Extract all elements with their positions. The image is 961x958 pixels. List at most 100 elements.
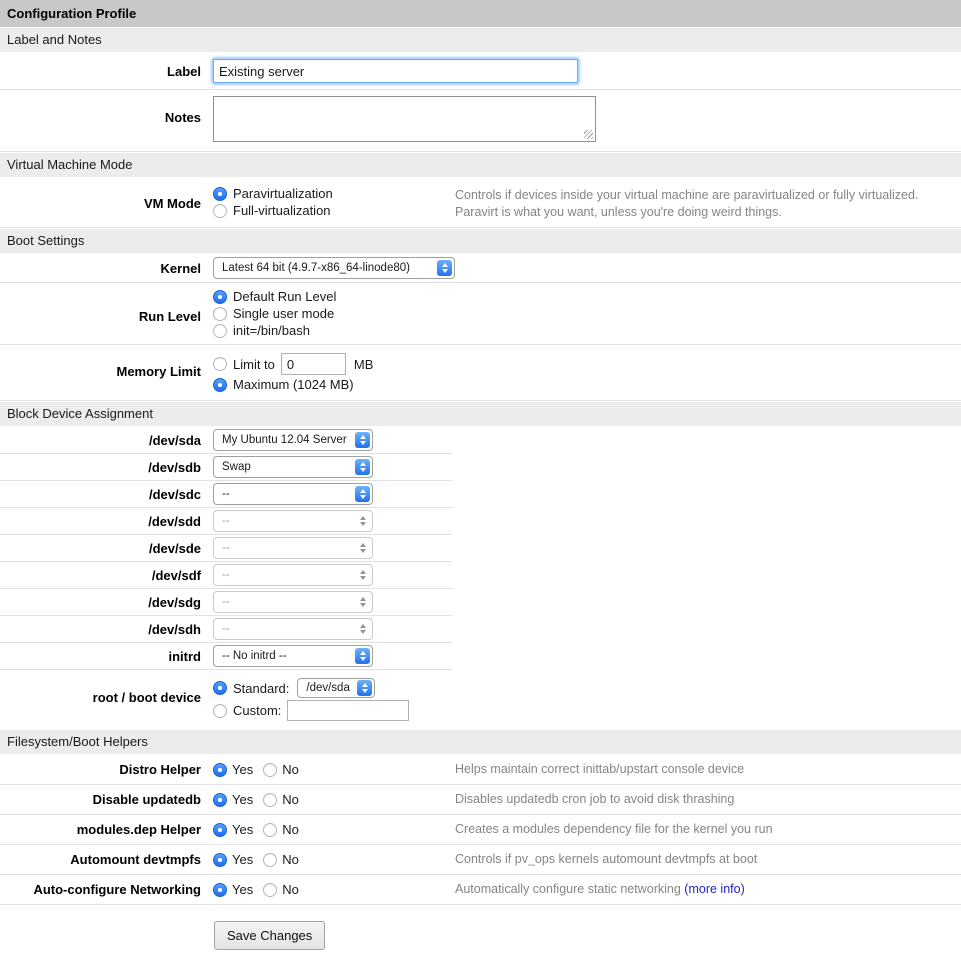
- standard-device-select[interactable]: /dev/sda: [297, 678, 375, 698]
- dev-sdf-row: /dev/sdf --: [0, 562, 452, 589]
- maximum-radio[interactable]: [213, 378, 227, 392]
- limit-to-radio[interactable]: [213, 357, 227, 371]
- dev-sdd-select: --: [213, 510, 373, 532]
- dev-sdd-row: /dev/sdd --: [0, 508, 452, 535]
- auto-configure-networking-help-text: Automatically configure static networkin…: [455, 882, 681, 896]
- paravirtualization-option: Paravirtualization: [213, 186, 455, 201]
- single-user-mode-label: Single user mode: [233, 306, 334, 321]
- memory-limit-input[interactable]: [281, 353, 346, 375]
- field-label-label: Label: [0, 64, 207, 79]
- modules-dep-helper-no-label: No: [282, 822, 299, 837]
- custom-radio[interactable]: [213, 704, 227, 718]
- standard-device-select-value: /dev/sda: [306, 682, 349, 694]
- modules-dep-helper-yes-no: Yes No: [213, 822, 455, 837]
- root-boot-device-row: root / boot device Standard: /dev/sda Cu…: [0, 670, 961, 729]
- limit-to-option: Limit to MB: [213, 353, 373, 375]
- dev-sdh-row: /dev/sdh --: [0, 616, 452, 643]
- disable-updatedb-yes-radio[interactable]: [213, 793, 227, 807]
- full-virtualization-radio[interactable]: [213, 204, 227, 218]
- full-virtualization-option: Full-virtualization: [213, 203, 455, 218]
- vm-mode-options: Paravirtualization Full-virtualization: [213, 184, 455, 220]
- run-level-options: Default Run Level Single user mode init=…: [213, 287, 455, 340]
- auto-configure-networking-yes-no: Yes No: [213, 882, 455, 897]
- dev-sdh-select-value: --: [222, 623, 230, 635]
- vm-mode-help-line2: Paravirt is what you want, unless you're…: [455, 204, 961, 221]
- init-bin-bash-radio[interactable]: [213, 324, 227, 338]
- kernel-select[interactable]: Latest 64 bit (4.9.7-x86_64-linode80): [213, 257, 455, 279]
- field-label-vm-mode: VM Mode: [0, 184, 207, 211]
- automount-devtmpfs-yes-no: Yes No: [213, 852, 455, 867]
- limit-to-label: Limit to: [233, 357, 275, 372]
- standard-radio[interactable]: [213, 681, 227, 695]
- select-arrows-icon: [355, 459, 370, 475]
- field-label-run-level: Run Level: [0, 287, 207, 324]
- notes-row: Notes: [0, 90, 961, 152]
- automount-devtmpfs-no-label: No: [282, 852, 299, 867]
- modules-dep-helper-help: Creates a modules dependency file for th…: [455, 821, 961, 838]
- automount-devtmpfs-yes-radio[interactable]: [213, 853, 227, 867]
- dev-sdc-select-value: --: [222, 488, 230, 500]
- dev-sdg-select-value: --: [222, 596, 230, 608]
- section-virtual-machine-mode: Virtual Machine Mode: [0, 153, 961, 177]
- dev-sdg-row: /dev/sdg --: [0, 589, 452, 616]
- modules-dep-helper-yes-radio[interactable]: [213, 823, 227, 837]
- field-label-notes: Notes: [0, 96, 207, 125]
- section-filesystem-boot-helpers: Filesystem/Boot Helpers: [0, 730, 961, 754]
- dev-sdg-select: --: [213, 591, 373, 613]
- field-label-automount-devtmpfs: Automount devtmpfs: [0, 852, 207, 867]
- section-label-and-notes: Label and Notes: [0, 28, 961, 52]
- save-changes-button[interactable]: Save Changes: [214, 921, 325, 950]
- dev-sdb-select[interactable]: Swap: [213, 456, 373, 478]
- select-arrows-icon: [355, 567, 370, 583]
- distro-helper-yes-radio[interactable]: [213, 763, 227, 777]
- disable-updatedb-help: Disables updatedb cron job to avoid disk…: [455, 791, 961, 808]
- select-arrows-icon: [355, 432, 370, 448]
- vm-mode-help-line1: Controls if devices inside your virtual …: [455, 187, 961, 204]
- dev-sdf-select: --: [213, 564, 373, 586]
- dev-sdc-select[interactable]: --: [213, 483, 373, 505]
- more-info-link[interactable]: (more info): [684, 882, 744, 896]
- field-label-modules-dep-helper: modules.dep Helper: [0, 822, 207, 837]
- dev-sda-row: /dev/sda My Ubuntu 12.04 Server: [0, 427, 452, 454]
- dev-sda-select[interactable]: My Ubuntu 12.04 Server: [213, 429, 373, 451]
- distro-helper-no-label: No: [282, 762, 299, 777]
- initrd-select[interactable]: -- No initrd --: [213, 645, 373, 667]
- field-label-dev-sdd: /dev/sdd: [0, 514, 207, 529]
- field-label-auto-configure-networking: Auto-configure Networking: [0, 882, 207, 897]
- initrd-select-value: -- No initrd --: [222, 650, 287, 662]
- custom-label: Custom:: [233, 703, 281, 718]
- kernel-select-value: Latest 64 bit (4.9.7-x86_64-linode80): [222, 262, 410, 274]
- auto-configure-networking-yes-radio[interactable]: [213, 883, 227, 897]
- default-run-level-radio[interactable]: [213, 290, 227, 304]
- automount-devtmpfs-no-radio[interactable]: [263, 853, 277, 867]
- memory-limit-options: Limit to MB Maximum (1024 MB): [213, 351, 373, 394]
- field-label-kernel: Kernel: [0, 261, 207, 276]
- default-run-level-option: Default Run Level: [213, 289, 455, 304]
- disable-updatedb-no-radio[interactable]: [263, 793, 277, 807]
- custom-device-input[interactable]: [287, 700, 409, 721]
- field-label-dev-sdf: /dev/sdf: [0, 568, 207, 583]
- label-input[interactable]: [213, 59, 578, 83]
- default-run-level-label: Default Run Level: [233, 289, 336, 304]
- section-boot-settings: Boot Settings: [0, 229, 961, 253]
- dev-sdb-select-value: Swap: [222, 461, 251, 473]
- distro-helper-no-radio[interactable]: [263, 763, 277, 777]
- paravirtualization-radio[interactable]: [213, 187, 227, 201]
- field-label-dev-sdg: /dev/sdg: [0, 595, 207, 610]
- vm-mode-help: Controls if devices inside your virtual …: [455, 184, 961, 221]
- auto-configure-networking-help: Automatically configure static networkin…: [455, 881, 961, 898]
- modules-dep-helper-no-radio[interactable]: [263, 823, 277, 837]
- auto-configure-networking-no-radio[interactable]: [263, 883, 277, 897]
- auto-configure-networking-row: Auto-configure Networking Yes No Automat…: [0, 875, 961, 905]
- field-label-dev-sde: /dev/sde: [0, 541, 207, 556]
- custom-option: Custom:: [213, 700, 409, 721]
- notes-textarea[interactable]: [213, 96, 596, 142]
- dev-sde-select-value: --: [222, 542, 230, 554]
- single-user-mode-option: Single user mode: [213, 306, 455, 321]
- init-bin-bash-option: init=/bin/bash: [213, 323, 455, 338]
- page-title: Configuration Profile: [0, 0, 961, 27]
- automount-devtmpfs-help: Controls if pv_ops kernels automount dev…: [455, 851, 961, 868]
- maximum-option: Maximum (1024 MB): [213, 377, 373, 392]
- field-label-dev-sdc: /dev/sdc: [0, 487, 207, 502]
- single-user-mode-radio[interactable]: [213, 307, 227, 321]
